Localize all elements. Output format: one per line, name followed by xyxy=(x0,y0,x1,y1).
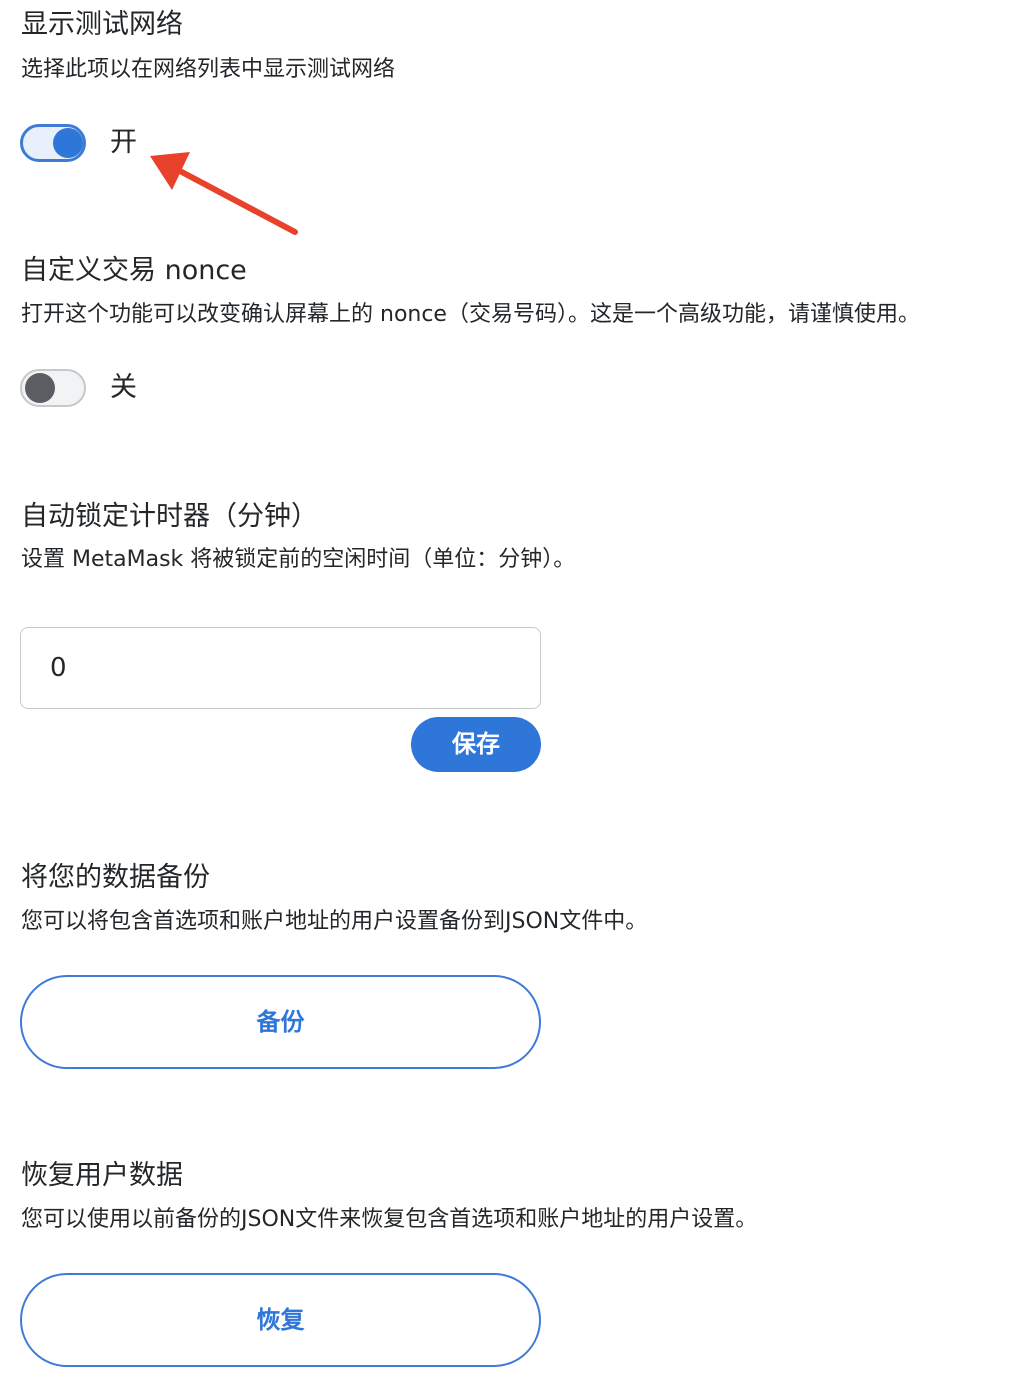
auto-lock-title: 自动锁定计时器（分钟） xyxy=(21,501,318,532)
backup-description: 您可以将包含首选项和账户地址的用户设置备份到JSON文件中。 xyxy=(21,909,648,934)
restore-title: 恢复用户数据 xyxy=(21,1160,183,1191)
toggle-knob xyxy=(25,373,55,403)
custom-nonce-title: 自定义交易 nonce xyxy=(21,255,247,286)
auto-lock-description: 设置 MetaMask 将被锁定前的空闲时间（单位：分钟）。 xyxy=(21,547,576,572)
custom-nonce-description: 打开这个功能可以改变确认屏幕上的 nonce（交易号码）。这是一个高级功能，请谨… xyxy=(21,302,920,327)
custom-nonce-toggle-label: 关 xyxy=(110,372,137,403)
restore-button[interactable]: 恢复 xyxy=(20,1273,541,1367)
backup-title: 将您的数据备份 xyxy=(21,862,210,893)
restore-description: 您可以使用以前备份的JSON文件来恢复包含首选项和账户地址的用户设置。 xyxy=(21,1207,758,1232)
custom-nonce-toggle[interactable] xyxy=(20,369,86,407)
auto-lock-minutes-input[interactable] xyxy=(20,627,541,709)
backup-button[interactable]: 备份 xyxy=(20,975,541,1069)
save-button[interactable]: 保存 xyxy=(411,717,541,772)
